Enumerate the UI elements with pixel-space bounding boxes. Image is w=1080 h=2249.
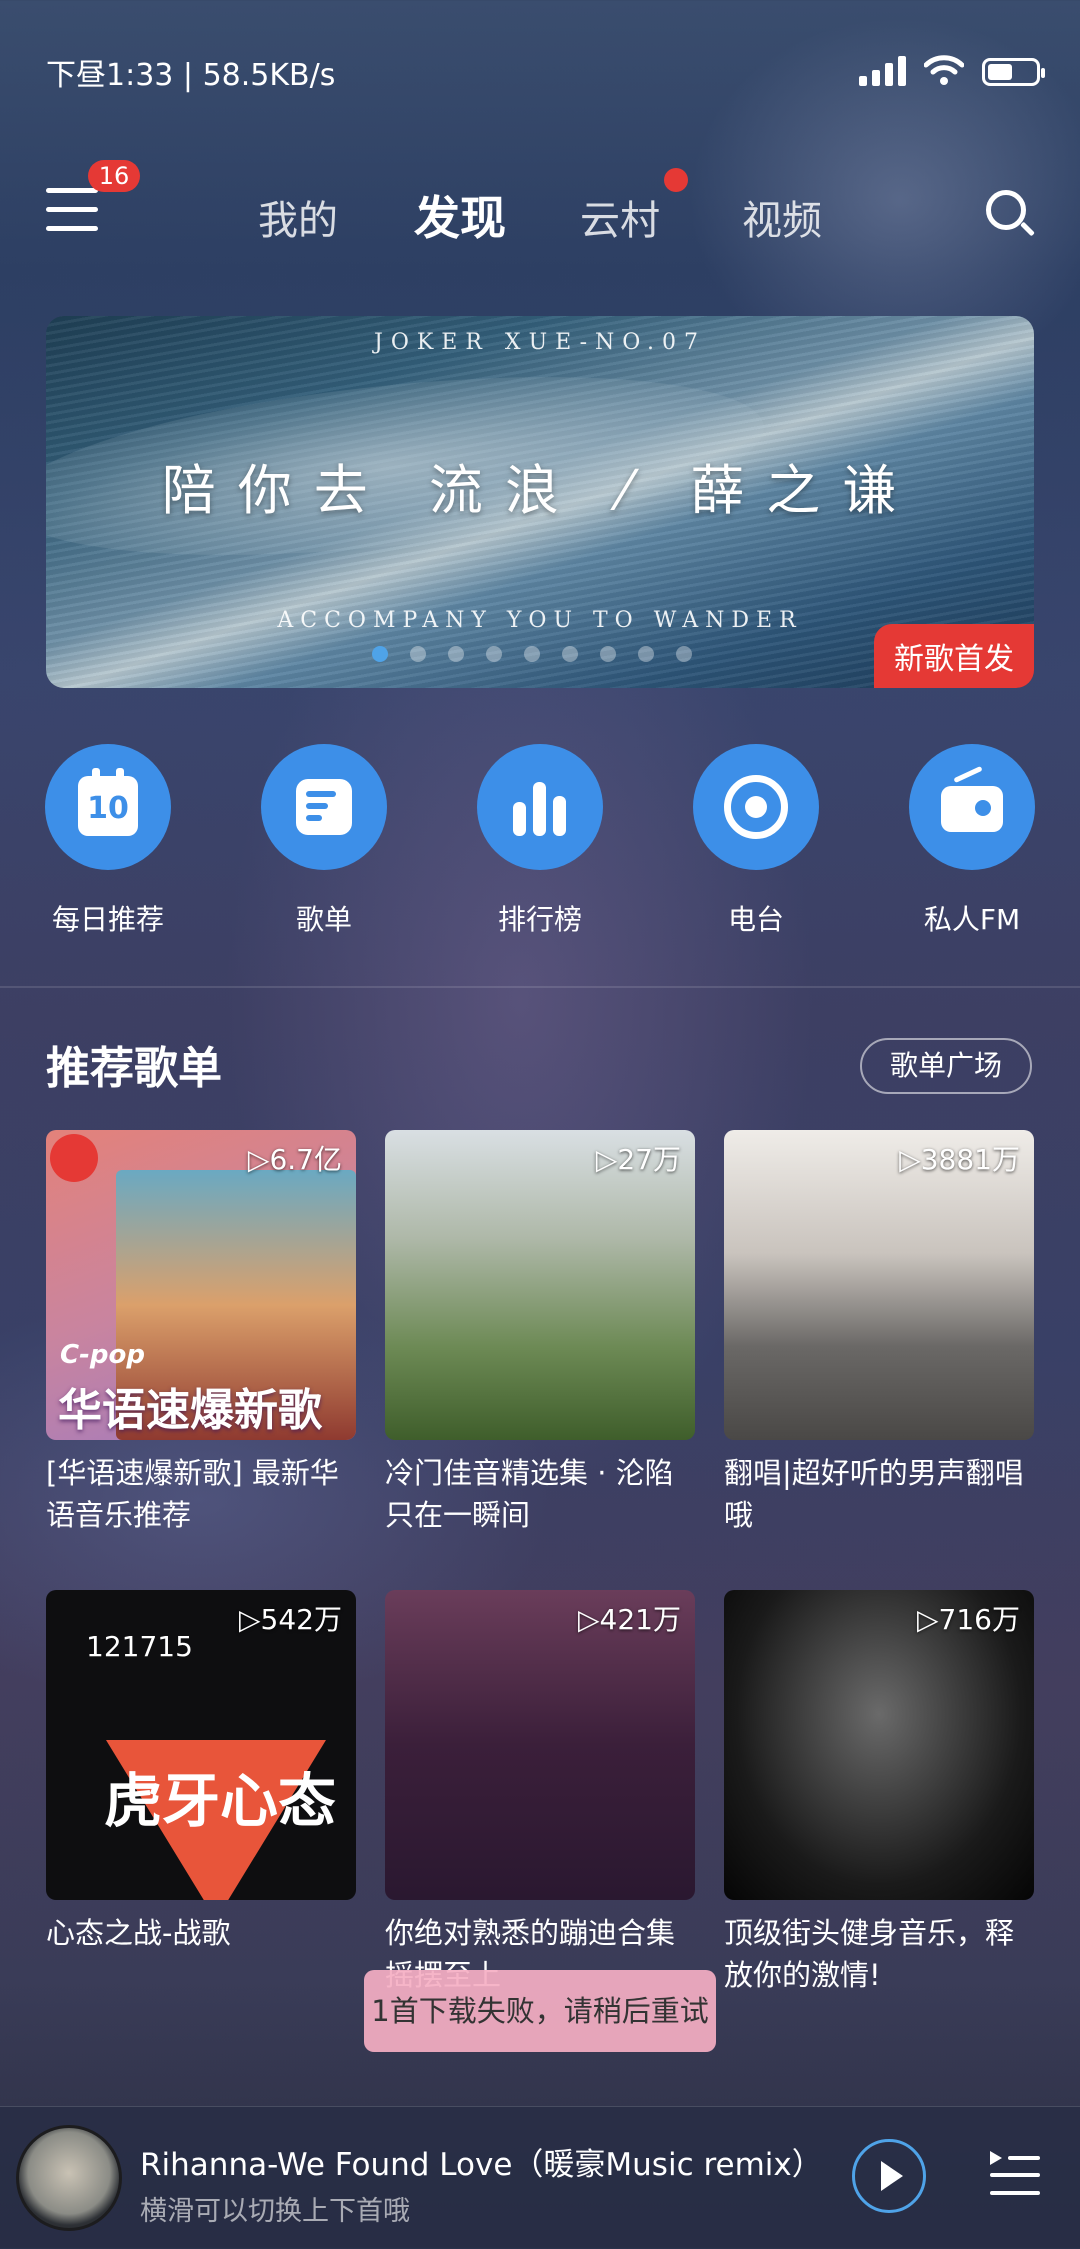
banner-dot [448,646,464,662]
section-title: 推荐歌单 [46,1043,222,1094]
quick-label: 每日推荐 [51,903,164,936]
playlist-card[interactable]: ▷716万 顶级街头健身音乐，释放你的激情! [724,1590,1034,1996]
quick-charts[interactable]: 排行榜 [460,744,620,938]
new-dot [664,168,688,192]
status-time: 下昼1:33 | 58.5KB/s [46,58,336,93]
quick-icon-circle [477,744,603,870]
banner-dot [486,646,502,662]
playlist-title: [华语速爆新歌] 最新华语音乐推荐 [46,1456,339,1532]
play-count: ▷6.7亿 [247,1143,342,1176]
playlist-card[interactable]: ▷3881万 翻唱|超好听的男声翻唱哦 [724,1130,1034,1536]
playlist-card[interactable]: 121715 虎牙心态 ▷542万 心态之战-战歌 [46,1590,356,1996]
quick-label: 歌单 [295,903,352,936]
playlist-cover: ▷27万 [385,1130,695,1440]
playlist-cover: 121715 虎牙心态 ▷542万 [46,1590,356,1900]
play-count: ▷3881万 [899,1143,1020,1176]
banner[interactable]: JOKER XUE-NO.07 陪你去 流浪 ⁄ 薛之谦 ACCOMPANY Y… [46,316,1034,688]
banner-dot [676,646,692,662]
play-count: ▷542万 [239,1603,342,1636]
signal-icon [859,54,906,86]
now-playing-hint: 横滑可以切换上下首哦 [140,2196,410,2227]
tab-cloud-village[interactable]: 云村 [580,188,660,246]
cover-title: 虎牙心态 [104,1767,337,1835]
playlist-card[interactable]: ▷421万 你绝对熟悉的蹦迪合集 摇摆至上 [385,1590,695,1996]
chart-bars-icon [513,780,569,836]
playlist-title: 冷门佳音精选集 · 沦陷只在一瞬间 [385,1456,674,1532]
radio-fm-icon [941,786,1003,832]
playlist-title: 翻唱|超好听的男声翻唱哦 [724,1456,1024,1532]
status-icons [859,54,1045,86]
banner-dot [638,646,654,662]
toast-message: 1首下载失败，请稍后重试 [364,1970,716,2052]
menu-button[interactable] [46,188,98,232]
netease-logo-icon [50,1134,98,1182]
play-count: ▷716万 [917,1603,1020,1636]
banner-dot [410,646,426,662]
play-count: ▷421万 [578,1603,681,1636]
banner-pagination [372,646,692,662]
playlist-square-button[interactable]: 歌单广场 [860,1038,1032,1094]
cover-title: 华语速爆新歌 [58,1385,322,1436]
now-playing-title: Rihanna-We Found Love（暖豪Music remix） [140,2147,823,2183]
tab-video[interactable]: 视频 [742,188,822,246]
quick-personal-fm[interactable]: 私人FM [892,744,1052,938]
queue-glyph [990,2151,1040,2195]
cover-tag: 121715 [86,1630,193,1663]
quick-radio[interactable]: 电台 [676,744,836,938]
tab-discover[interactable]: 发现 [414,182,506,248]
cover-tag: C-pop [60,1340,145,1370]
playlist-cover: ▷716万 [724,1590,1034,1900]
playlist-cover: ▷421万 [385,1590,695,1900]
quick-playlists[interactable]: 歌单 [244,744,404,938]
quick-icon-circle [909,744,1035,870]
quick-icon-circle [693,744,819,870]
radio-podcast-icon [724,775,788,839]
album-art[interactable] [16,2125,122,2231]
playlist-card[interactable]: ▷27万 冷门佳音精选集 · 沦陷只在一瞬间 [385,1130,695,1536]
playlist-title: 心态之战-战歌 [46,1916,231,1950]
quick-daily-recommend[interactable]: 10 每日推荐 [28,744,188,938]
search-icon[interactable] [986,190,1026,230]
banner-tag: 新歌首发 [874,624,1034,688]
banner-dot [372,646,388,662]
banner-dot [562,646,578,662]
banner-top-text: JOKER XUE-NO.07 [374,330,706,355]
playlist-card[interactable]: C-pop 华语速爆新歌 ▷6.7亿 [华语速爆新歌] 最新华语音乐推荐 [46,1130,356,1536]
banner-dot [600,646,616,662]
play-count: ▷27万 [595,1143,681,1176]
wifi-icon [924,55,964,85]
tab-mine[interactable]: 我的 [258,188,338,246]
status-bar: 下昼1:33 | 58.5KB/s [0,0,1080,140]
banner-dot [524,646,540,662]
mini-player[interactable]: Rihanna-We Found Love（暖豪Music remix） 横滑可… [0,2106,1080,2249]
banner-title: 陪你去 流浪 ⁄ 薛之谦 [161,459,919,522]
quick-label: 排行榜 [497,903,582,936]
playlist-cover: C-pop 华语速爆新歌 ▷6.7亿 [46,1130,356,1440]
playlist-queue-icon[interactable] [988,2147,1042,2201]
battery-icon [982,58,1045,86]
calendar-icon: 10 [78,768,138,836]
notification-badge: 16 [88,160,140,192]
play-button[interactable] [852,2139,926,2213]
quick-label: 电台 [727,903,784,936]
playlist-title: 顶级街头健身音乐，释放你的激情! [724,1916,1015,1992]
quick-entries: 10 每日推荐 歌单 排行榜 电台 私人FM [0,744,1080,944]
playlist-cover: ▷3881万 [724,1130,1034,1440]
quick-icon-circle: 10 [45,744,171,870]
quick-icon-circle [261,744,387,870]
divider [0,986,1080,988]
top-nav: 16 我的 发现 云村 视频 [0,160,1080,260]
quick-label: 私人FM [923,903,1021,936]
playlist-icon [296,779,352,835]
